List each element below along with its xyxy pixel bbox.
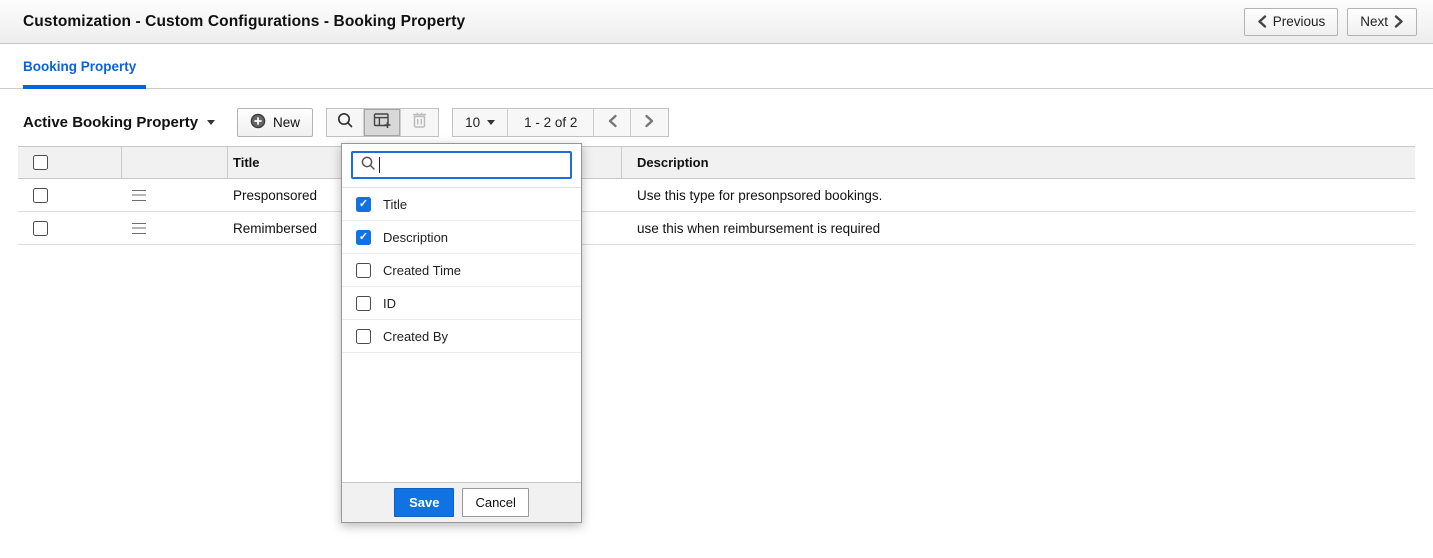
- table-row[interactable]: Remimbersed use this when reimbursement …: [18, 212, 1415, 245]
- chevron-right-icon: [644, 114, 655, 131]
- column-search-input[interactable]: [387, 158, 563, 173]
- popup-item-created-by[interactable]: Created By: [342, 320, 581, 353]
- tab-booking-property[interactable]: Booking Property: [23, 59, 138, 88]
- drag-handle-icon[interactable]: [132, 190, 146, 201]
- popup-item-label: ID: [383, 296, 396, 311]
- list-action-icon-group: [326, 108, 439, 137]
- chevron-down-icon: [207, 120, 215, 125]
- popup-footer: Save Cancel: [342, 482, 581, 522]
- popup-item-label: Created Time: [383, 263, 461, 278]
- page-size-value: 10: [465, 115, 480, 130]
- popup-empty-space: [342, 353, 581, 482]
- list-toolbar: Active Booking Property New: [23, 108, 1433, 137]
- table-header-row: Title Description: [18, 146, 1415, 179]
- page-size-dropdown[interactable]: 10: [453, 109, 508, 136]
- view-selector-dropdown[interactable]: Active Booking Property: [23, 114, 215, 131]
- popup-item-created-time[interactable]: Created Time: [342, 254, 581, 287]
- drag-handle-icon[interactable]: [132, 223, 146, 234]
- save-button[interactable]: Save: [394, 488, 454, 517]
- delete-button[interactable]: [401, 109, 438, 136]
- checkbox[interactable]: [356, 230, 371, 245]
- header-nav-buttons: Previous Next: [1244, 8, 1417, 36]
- magnifier-icon: [336, 111, 354, 134]
- top-header-bar: Customization - Custom Configurations - …: [0, 0, 1433, 44]
- records-table: Title Description Presponsored Use this …: [18, 146, 1415, 245]
- chevron-left-icon: [1257, 15, 1267, 28]
- previous-page-button[interactable]: [594, 109, 631, 136]
- next-button[interactable]: Next: [1347, 8, 1417, 36]
- plus-circle-icon: [250, 113, 266, 132]
- table-header-handle-cell: [122, 147, 228, 178]
- popup-item-title[interactable]: Title: [342, 188, 581, 221]
- text-caret: [379, 157, 380, 173]
- previous-button-label: Previous: [1273, 14, 1326, 29]
- pagination-range-text: 1 - 2 of 2: [524, 115, 577, 130]
- row-handle-cell: [122, 212, 228, 244]
- row-handle-cell: [122, 179, 228, 211]
- select-all-checkbox[interactable]: [33, 155, 48, 170]
- search-button[interactable]: [327, 109, 364, 136]
- popup-item-label: Description: [383, 230, 448, 245]
- popup-search-box[interactable]: [351, 151, 572, 179]
- next-button-label: Next: [1360, 14, 1388, 29]
- manage-columns-popup: Title Description Created Time ID Create…: [341, 143, 582, 523]
- pagination-range: 1 - 2 of 2: [508, 109, 594, 136]
- trash-icon: [411, 111, 428, 134]
- checkbox[interactable]: [356, 197, 371, 212]
- chevron-left-icon: [607, 114, 618, 131]
- page-title: Customization - Custom Configurations - …: [23, 13, 465, 31]
- popup-search-area: [342, 144, 581, 188]
- column-header-description[interactable]: Description: [622, 147, 1415, 178]
- row-checkbox-cell: [18, 212, 122, 244]
- checkbox[interactable]: [356, 296, 371, 311]
- popup-item-description[interactable]: Description: [342, 221, 581, 254]
- row-checkbox-cell: [18, 179, 122, 211]
- table-plus-icon: [373, 111, 392, 134]
- view-selector-label: Active Booking Property: [23, 114, 198, 131]
- chevron-right-icon: [1394, 15, 1404, 28]
- new-button-label: New: [273, 115, 300, 130]
- manage-columns-button[interactable]: [364, 109, 401, 136]
- popup-item-label: Created By: [383, 329, 448, 344]
- row-checkbox[interactable]: [33, 188, 48, 203]
- row-description: Use this type for presonpsored bookings.: [622, 179, 1415, 211]
- pagination-group: 10 1 - 2 of 2: [452, 108, 669, 137]
- cancel-button[interactable]: Cancel: [462, 488, 528, 517]
- tab-bar: Booking Property: [0, 44, 1433, 89]
- table-row[interactable]: Presponsored Use this type for presonpso…: [18, 179, 1415, 212]
- checkbox[interactable]: [356, 329, 371, 344]
- row-checkbox[interactable]: [33, 221, 48, 236]
- next-page-button[interactable]: [631, 109, 668, 136]
- row-description: use this when reimbursement is required: [622, 212, 1415, 244]
- magnifier-icon: [360, 155, 376, 176]
- popup-item-id[interactable]: ID: [342, 287, 581, 320]
- previous-button[interactable]: Previous: [1244, 8, 1339, 36]
- popup-item-label: Title: [383, 197, 407, 212]
- new-button[interactable]: New: [237, 108, 313, 137]
- checkbox[interactable]: [356, 263, 371, 278]
- chevron-down-icon: [487, 120, 495, 125]
- table-header-checkbox-cell: [18, 147, 122, 178]
